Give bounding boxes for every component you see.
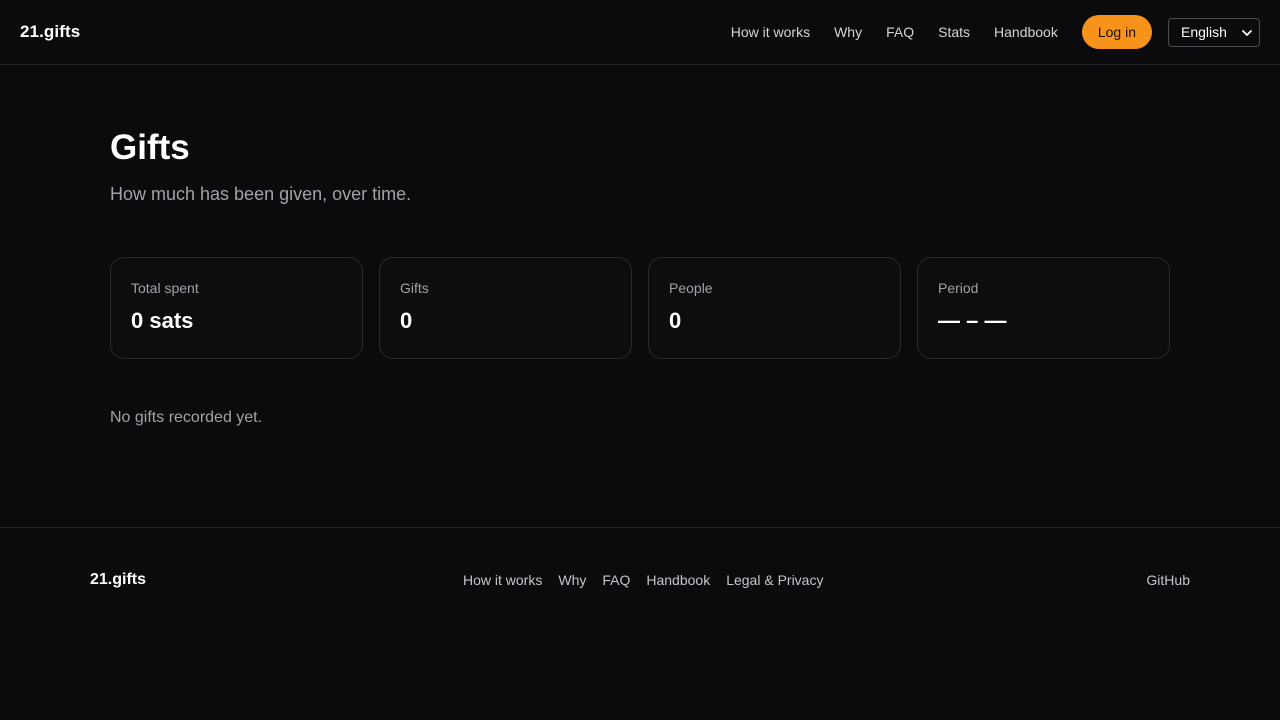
footer-link-handbook[interactable]: Handbook: [646, 572, 710, 588]
nav-how-it-works[interactable]: How it works: [731, 24, 810, 40]
stat-card-label: Gifts: [400, 280, 429, 296]
site-footer: 21.gifts How it works Why FAQ Handbook L…: [0, 527, 1280, 720]
site-header: 21.gifts How it works Why FAQ Stats Hand…: [0, 0, 1280, 65]
empty-state-message: No gifts recorded yet.: [110, 409, 263, 426]
nav-stats[interactable]: Stats: [938, 24, 970, 40]
brand-logo[interactable]: 21.gifts: [20, 22, 80, 42]
login-button[interactable]: Log in: [1081, 15, 1152, 49]
chevron-down-icon: [1241, 26, 1253, 38]
stat-card-value: 0: [400, 308, 413, 333]
nav-handbook[interactable]: Handbook: [994, 24, 1058, 40]
footer-link-github[interactable]: GitHub: [1146, 572, 1190, 588]
stat-card-gifts: Gifts 0: [379, 257, 632, 359]
stat-card-value: 0 sats: [131, 308, 194, 333]
footer-link-how-it-works[interactable]: How it works: [463, 572, 542, 588]
page-title: Gifts: [110, 128, 190, 167]
main-nav: How it works Why FAQ Stats Handbook: [731, 24, 1058, 40]
page-subtitle: How much has been given, over time.: [110, 184, 412, 204]
stat-card-label: Period: [938, 280, 979, 296]
stat-card-period: Period — – —: [917, 257, 1170, 359]
footer-link-faq[interactable]: FAQ: [602, 572, 630, 588]
stat-card-people: People 0: [648, 257, 901, 359]
stat-card-label: Total spent: [131, 280, 199, 296]
stat-card-value: — – —: [938, 308, 1007, 333]
language-select-value: English: [1181, 24, 1227, 40]
nav-faq[interactable]: FAQ: [886, 24, 914, 40]
stats-cards: Total spent 0 sats Gifts 0 People 0 Peri…: [110, 257, 1170, 359]
stat-card-label: People: [669, 280, 713, 296]
footer-brand-logo[interactable]: 21.gifts: [90, 571, 146, 589]
nav-why[interactable]: Why: [834, 24, 862, 40]
footer-link-why[interactable]: Why: [558, 572, 586, 588]
stat-card-total-spent: Total spent 0 sats: [110, 257, 363, 359]
language-select[interactable]: English: [1168, 17, 1260, 47]
stat-card-value: 0: [669, 308, 682, 333]
footer-nav: How it works Why FAQ Handbook Legal & Pr…: [463, 572, 823, 588]
footer-link-legal-privacy[interactable]: Legal & Privacy: [726, 572, 823, 588]
